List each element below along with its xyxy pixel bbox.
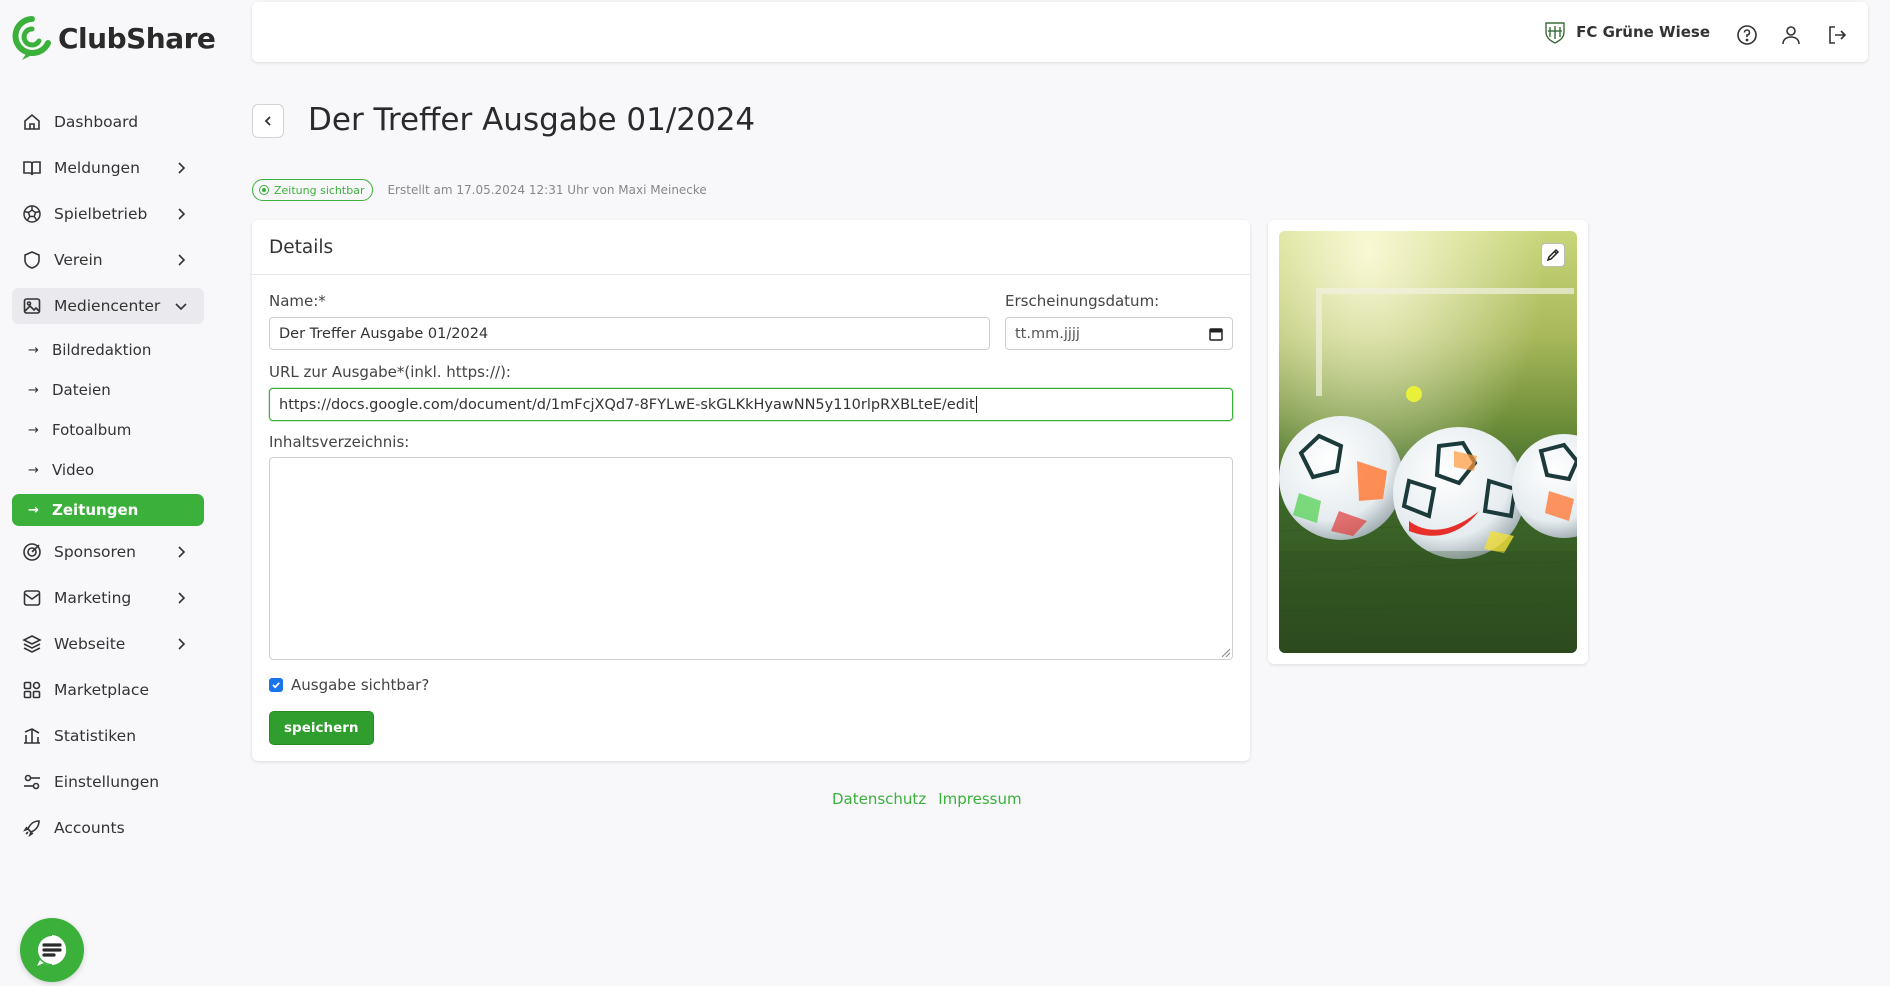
user-icon[interactable] bbox=[1780, 24, 1802, 46]
sidebar-item-mediencenter[interactable]: Mediencenter bbox=[12, 288, 204, 324]
mail-icon bbox=[23, 590, 41, 606]
toc-label: Inhaltsverzeichnis: bbox=[269, 433, 410, 451]
sidebar-item-verein[interactable]: Verein bbox=[12, 242, 204, 278]
arrow-right-icon: → bbox=[28, 422, 39, 438]
topbar: FC Grüne Wiese bbox=[252, 2, 1868, 62]
app-logo[interactable]: ClubShare bbox=[12, 16, 216, 60]
home-icon bbox=[24, 113, 40, 130]
text-cursor bbox=[975, 396, 977, 413]
image-icon bbox=[23, 298, 41, 314]
club-selector[interactable]: FC Grüne Wiese bbox=[1544, 20, 1710, 44]
radio-dot-icon bbox=[259, 185, 269, 195]
target-icon bbox=[23, 543, 41, 561]
save-button[interactable]: speichern bbox=[269, 711, 374, 745]
sidebar-subitem-bildredaktion[interactable]: → Bildredaktion bbox=[12, 334, 204, 366]
chat-support-button[interactable] bbox=[20, 918, 84, 982]
created-info: Erstellt am 17.05.2024 12:31 Uhr von Max… bbox=[387, 183, 707, 197]
club-name: FC Grüne Wiese bbox=[1576, 23, 1710, 41]
details-card: Details Name:* Der Treffer Ausgabe 01/20… bbox=[252, 220, 1250, 761]
chevron-right-icon bbox=[178, 638, 186, 650]
card-heading: Details bbox=[252, 220, 1250, 275]
meta-row: Zeitung sichtbar Erstellt am 17.05.2024 … bbox=[252, 179, 707, 201]
back-button[interactable] bbox=[252, 104, 284, 138]
shield-icon bbox=[24, 251, 40, 269]
clubshare-logo-icon bbox=[12, 16, 51, 60]
sidebar-item-marketing[interactable]: Marketing bbox=[12, 580, 204, 616]
sidebar-subitem-dateien[interactable]: → Dateien bbox=[12, 374, 204, 406]
sidebar: ClubShare Dashboard Meldungen Spielbetri… bbox=[0, 0, 230, 986]
visible-checkbox-row[interactable]: Ausgabe sichtbar? bbox=[269, 676, 429, 694]
name-input[interactable]: Der Treffer Ausgabe 01/2024 bbox=[269, 317, 990, 350]
footer-links: Datenschutz Impressum bbox=[832, 790, 1022, 808]
sliders-icon bbox=[24, 774, 40, 790]
sidebar-item-einstellungen[interactable]: Einstellungen bbox=[12, 764, 204, 800]
edit-image-button[interactable] bbox=[1541, 243, 1565, 267]
app-name: ClubShare bbox=[58, 21, 216, 55]
arrow-right-icon: → bbox=[28, 462, 39, 478]
pencil-icon bbox=[1546, 248, 1560, 262]
chevron-left-icon bbox=[264, 116, 271, 126]
imprint-link[interactable]: Impressum bbox=[938, 790, 1021, 808]
grid-icon bbox=[23, 681, 41, 699]
soccer-balls-photo bbox=[1279, 231, 1577, 653]
cover-image bbox=[1279, 231, 1577, 653]
help-icon[interactable] bbox=[1736, 24, 1758, 46]
chevron-right-icon bbox=[178, 162, 186, 174]
date-input[interactable]: tt.mm.jjjj bbox=[1005, 317, 1233, 350]
date-label: Erscheinungsdatum: bbox=[1005, 292, 1160, 310]
resize-handle-icon[interactable] bbox=[1220, 647, 1230, 657]
visible-checkbox[interactable] bbox=[269, 678, 283, 692]
check-icon bbox=[272, 682, 280, 689]
rocket-icon bbox=[23, 820, 40, 837]
chat-icon bbox=[37, 935, 67, 966]
sidebar-item-webseite[interactable]: Webseite bbox=[12, 626, 204, 662]
sidebar-item-dashboard[interactable]: Dashboard bbox=[12, 104, 204, 140]
sidebar-item-accounts[interactable]: Accounts bbox=[12, 810, 204, 846]
page-title: Der Treffer Ausgabe 01/2024 bbox=[308, 102, 756, 138]
chevron-right-icon bbox=[178, 208, 186, 220]
sidebar-item-spielbetrieb[interactable]: Spielbetrieb bbox=[12, 196, 204, 232]
sidebar-item-sponsoren[interactable]: Sponsoren bbox=[12, 534, 204, 570]
arrow-right-icon: → bbox=[28, 342, 39, 358]
chevron-right-icon bbox=[178, 254, 186, 266]
chevron-right-icon bbox=[178, 592, 186, 604]
toc-textarea[interactable] bbox=[269, 457, 1233, 660]
chevron-down-icon bbox=[175, 303, 187, 311]
arrow-right-icon: → bbox=[28, 502, 39, 518]
book-icon bbox=[23, 161, 41, 176]
sidebar-subitem-fotoalbum[interactable]: → Fotoalbum bbox=[12, 414, 204, 446]
sidebar-item-statistiken[interactable]: Statistiken bbox=[12, 718, 204, 754]
layers-icon bbox=[22, 635, 42, 653]
url-label: URL zur Ausgabe*(inkl. https://): bbox=[269, 363, 511, 381]
sidebar-nav: Dashboard Meldungen Spielbetrieb Verein … bbox=[12, 104, 204, 856]
arrow-right-icon: → bbox=[28, 382, 39, 398]
name-label: Name:* bbox=[269, 292, 326, 310]
url-input[interactable]: https://docs.google.com/document/d/1mFcj… bbox=[269, 388, 1233, 421]
sidebar-item-meldungen[interactable]: Meldungen bbox=[12, 150, 204, 186]
club-crest-icon bbox=[1545, 22, 1565, 44]
visible-label: Ausgabe sichtbar? bbox=[291, 676, 430, 694]
calendar-icon[interactable] bbox=[1209, 327, 1223, 341]
status-badge: Zeitung sichtbar bbox=[252, 179, 374, 201]
logout-icon[interactable] bbox=[1826, 24, 1848, 46]
chart-icon bbox=[24, 728, 40, 744]
sidebar-subitem-zeitungen[interactable]: → Zeitungen bbox=[12, 494, 204, 526]
sidebar-item-marketplace[interactable]: Marketplace bbox=[12, 672, 204, 708]
privacy-link[interactable]: Datenschutz bbox=[832, 790, 926, 808]
sidebar-subitem-video[interactable]: → Video bbox=[12, 454, 204, 486]
soccer-ball-icon bbox=[23, 205, 41, 223]
chevron-right-icon bbox=[178, 546, 186, 558]
cover-image-card bbox=[1268, 220, 1588, 664]
